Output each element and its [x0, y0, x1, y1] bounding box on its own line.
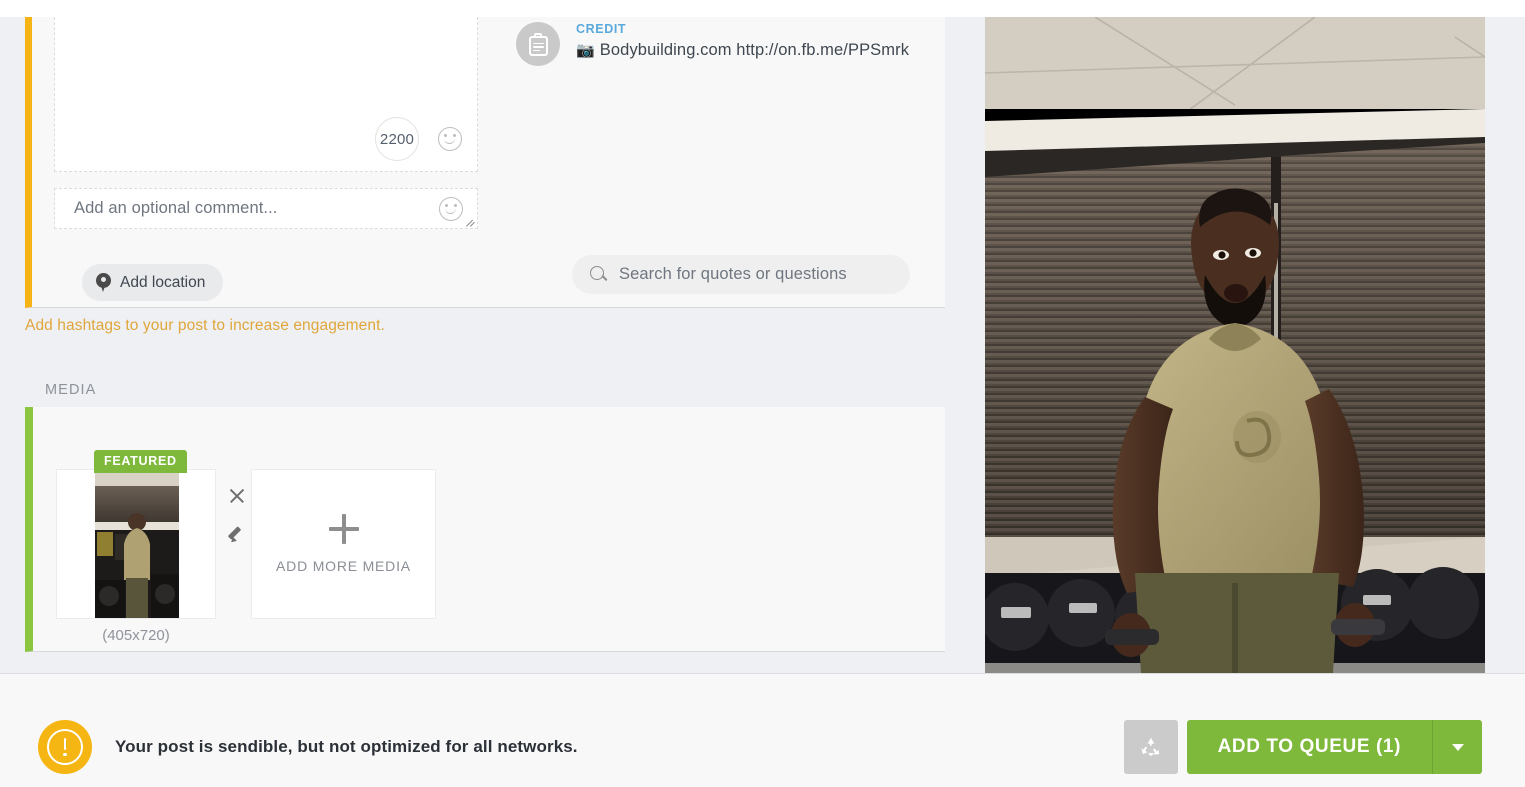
add-to-queue-dropdown[interactable] — [1432, 720, 1482, 774]
comment-placeholder: Add an optional comment... — [74, 199, 278, 217]
plus-icon — [328, 514, 359, 544]
media-thumbnail-wrapper: FEATURED (405x720) — [56, 450, 244, 644]
action-button-row: ADD TO QUEUE (1) — [1123, 720, 1482, 774]
composer-card: 2200 Add an optional comment... Add loca… — [25, 17, 945, 308]
featured-badge: FEATURED — [94, 450, 187, 473]
credit-label: CREDIT — [576, 22, 627, 36]
chevron-down-icon — [1451, 743, 1464, 751]
smiley-face-icon[interactable] — [439, 197, 463, 221]
post-preview-pane — [985, 17, 1485, 673]
warning-exclamation-icon — [38, 720, 92, 774]
media-card: FEATURED (405x720) ADD MORE MEDIA — [25, 407, 945, 652]
hashtag-hint-text: Add hashtags to your post to increase en… — [25, 317, 385, 334]
recycle-button[interactable] — [1123, 720, 1178, 774]
add-location-label: Add location — [120, 273, 206, 291]
textarea-resize-grip[interactable] — [465, 216, 476, 227]
pencil-icon[interactable] — [227, 525, 246, 545]
recycle-icon — [1141, 737, 1159, 756]
character-counter: 2200 — [375, 117, 419, 161]
composer-workspace: 2200 Add an optional comment... Add loca… — [0, 17, 1525, 673]
media-thumbnail[interactable] — [56, 469, 216, 619]
credit-source-text: 📷 Bodybuilding.com http://on.fb.me/PPSmrk — [576, 41, 909, 60]
bottom-action-bar: Your post is sendible, but not optimized… — [0, 673, 1525, 787]
add-more-media-label: ADD MORE MEDIA — [276, 558, 411, 574]
media-thumbnail-actions — [227, 487, 246, 545]
camera-icon: 📷 — [576, 42, 595, 59]
post-text-editor[interactable]: 2200 — [54, 17, 478, 172]
smiley-face-icon[interactable] — [438, 127, 462, 151]
quote-search-placeholder: Search for quotes or questions — [619, 265, 847, 283]
optional-comment-field[interactable]: Add an optional comment... — [54, 188, 478, 229]
media-section-label: MEDIA — [45, 382, 97, 398]
quote-search-input[interactable]: Search for quotes or questions — [572, 255, 910, 294]
search-icon — [590, 266, 607, 283]
post-status-row: Your post is sendible, but not optimized… — [38, 720, 578, 774]
media-thumbnail-image — [95, 470, 179, 618]
preview-image — [985, 17, 1485, 673]
post-status-message: Your post is sendible, but not optimized… — [115, 737, 578, 756]
app-screen: 2200 Add an optional comment... Add loca… — [0, 0, 1525, 787]
add-location-button[interactable]: Add location — [82, 264, 224, 301]
map-pin-icon — [96, 272, 111, 293]
media-dimensions-label: (405x720) — [102, 627, 170, 644]
close-icon[interactable] — [228, 487, 246, 505]
credit-value: Bodybuilding.com http://on.fb.me/PPSmrk — [599, 41, 910, 59]
credit-block: CREDIT 📷 Bodybuilding.com http://on.fb.me… — [516, 22, 909, 66]
add-to-queue-group: ADD TO QUEUE (1) — [1186, 720, 1482, 774]
add-more-media-button[interactable]: ADD MORE MEDIA — [251, 469, 436, 619]
add-to-queue-button[interactable]: ADD TO QUEUE (1) — [1186, 720, 1432, 774]
clipboard-icon — [516, 22, 560, 66]
